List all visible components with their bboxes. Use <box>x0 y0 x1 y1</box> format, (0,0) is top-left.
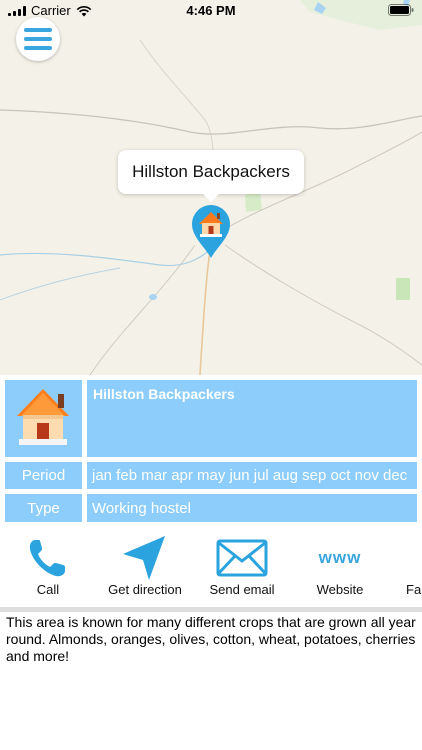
hamburger-menu-icon <box>24 28 52 32</box>
period-label: Period <box>5 462 82 489</box>
website-label: Website <box>316 582 364 597</box>
hostel-title: Hillston Backpackers <box>87 380 417 457</box>
status-bar: Carrier 4:46 PM <box>0 0 422 22</box>
divider <box>0 607 422 612</box>
house-pin-icon[interactable] <box>190 203 232 259</box>
website-button[interactable]: www Website <box>298 527 382 607</box>
period-value: jan feb mar apr may jun jul aug sep oct … <box>87 462 417 489</box>
type-value: Working hostel <box>87 494 417 522</box>
type-label: Type <box>5 494 82 522</box>
action-bar: Call Get direction Send email www Websit… <box>0 527 422 607</box>
battery-icon <box>388 4 414 19</box>
phone-icon <box>29 540 65 577</box>
call-button[interactable]: Call <box>8 527 88 607</box>
house-icon <box>17 389 69 445</box>
send-email-label: Send email <box>209 582 275 597</box>
status-time: 4:46 PM <box>186 3 236 18</box>
area-description: This area is known for many different cr… <box>6 614 416 664</box>
send-email-button[interactable]: Send email <box>200 527 284 607</box>
callout-title: Hillston Backpackers <box>132 162 290 181</box>
get-direction-label: Get direction <box>108 582 182 597</box>
house-icon-cell <box>5 380 82 457</box>
navigation-arrow-icon <box>123 536 165 580</box>
envelope-icon <box>216 539 268 577</box>
get-direction-button[interactable]: Get direction <box>100 527 190 607</box>
call-label: Call <box>36 582 60 597</box>
map-callout[interactable]: Hillston Backpackers <box>118 150 304 202</box>
facebook-label: Fa <box>406 582 422 597</box>
www-icon: www <box>318 548 362 567</box>
facebook-button[interactable]: Fa <box>406 527 422 607</box>
menu-button[interactable] <box>16 17 60 61</box>
map-view[interactable]: Hillston Backpackers <box>0 0 422 375</box>
hostel-details: Hillston Backpackers Period jan feb mar … <box>0 375 422 527</box>
